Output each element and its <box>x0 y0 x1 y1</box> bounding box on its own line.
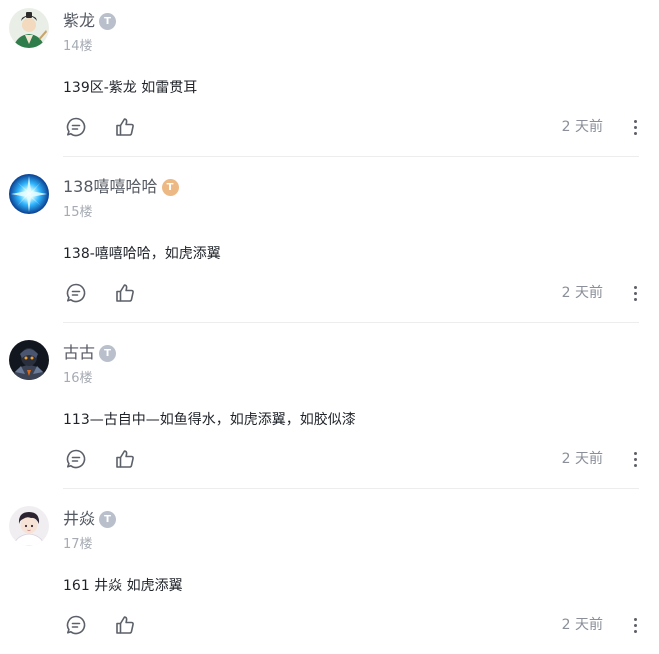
avatar-dark-armored-warrior <box>9 340 49 380</box>
username[interactable]: 紫龙 <box>63 9 95 33</box>
divider <box>63 156 639 157</box>
comment-icon <box>66 283 86 303</box>
floor-number: 16楼 <box>63 371 93 386</box>
name-row: 井焱 T <box>63 507 117 531</box>
username[interactable]: 138嘻嘻哈哈 <box>63 175 158 199</box>
level-badge-icon: T <box>161 178 179 196</box>
comment-item: 138嘻嘻哈哈 T 15楼 138-嘻嘻哈哈，如虎添翼 2 天前 <box>0 166 659 332</box>
level-badge-icon: T <box>99 12 117 30</box>
more-vertical-icon[interactable] <box>628 449 642 469</box>
floor-number: 14楼 <box>63 39 93 54</box>
comment-text: 138-嘻嘻哈哈，如虎添翼 <box>63 246 221 262</box>
comment-item: 古古 T 16楼 113—古自中—如鱼得水，如虎添翼，如胶似漆 2 天前 <box>0 332 659 498</box>
comment-list: 紫龙 T 14楼 139区-紫龙 如雷贯耳 2 天前 138嘻嘻哈哈 T 15楼… <box>0 0 659 654</box>
reply-button[interactable] <box>64 447 88 471</box>
avatar[interactable] <box>9 8 49 48</box>
comment-icon <box>66 117 86 137</box>
timestamp: 2 天前 <box>561 119 603 135</box>
name-row: 紫龙 T <box>63 9 117 33</box>
thumbs-up-icon <box>116 284 134 302</box>
avatar[interactable] <box>9 340 49 380</box>
timestamp: 2 天前 <box>561 285 603 301</box>
floor-number: 17楼 <box>63 537 93 552</box>
divider <box>63 322 639 323</box>
timestamp: 2 天前 <box>561 617 603 633</box>
name-row: 古古 T <box>63 341 117 365</box>
username[interactable]: 井焱 <box>63 507 95 531</box>
like-button[interactable] <box>113 115 137 139</box>
thumbs-up-icon <box>116 616 134 634</box>
level-badge-icon: T <box>99 510 117 528</box>
more-vertical-icon[interactable] <box>628 283 642 303</box>
username[interactable]: 古古 <box>63 341 95 365</box>
reply-button[interactable] <box>64 281 88 305</box>
thumbs-up-icon <box>116 118 134 136</box>
avatar-blue-light-burst <box>9 174 49 214</box>
comment-item: 紫龙 T 14楼 139区-紫龙 如雷贯耳 2 天前 <box>0 0 659 166</box>
more-vertical-icon[interactable] <box>628 615 642 635</box>
level-badge-icon: T <box>99 344 117 362</box>
floor-number: 15楼 <box>63 205 93 220</box>
divider <box>63 488 639 489</box>
comment-icon <box>66 449 86 469</box>
comment-text: 139区-紫龙 如雷贯耳 <box>63 80 198 96</box>
reply-button[interactable] <box>64 115 88 139</box>
avatar[interactable] <box>9 506 49 546</box>
comment-item: 井焱 T 17楼 161 井焱 如虎添翼 2 天前 <box>0 498 659 654</box>
comment-text: 113—古自中—如鱼得水，如虎添翼，如胶似漆 <box>63 412 356 428</box>
avatar[interactable] <box>9 174 49 214</box>
thumbs-up-icon <box>116 450 134 468</box>
reply-button[interactable] <box>64 613 88 637</box>
like-button[interactable] <box>113 447 137 471</box>
avatar-ancient-scholar <box>9 8 49 48</box>
more-vertical-icon[interactable] <box>628 117 642 137</box>
avatar-anime-boy <box>9 506 49 546</box>
like-button[interactable] <box>113 613 137 637</box>
name-row: 138嘻嘻哈哈 T <box>63 175 179 199</box>
like-button[interactable] <box>113 281 137 305</box>
comment-icon <box>66 615 86 635</box>
comment-text: 161 井焱 如虎添翼 <box>63 578 183 594</box>
timestamp: 2 天前 <box>561 451 603 467</box>
